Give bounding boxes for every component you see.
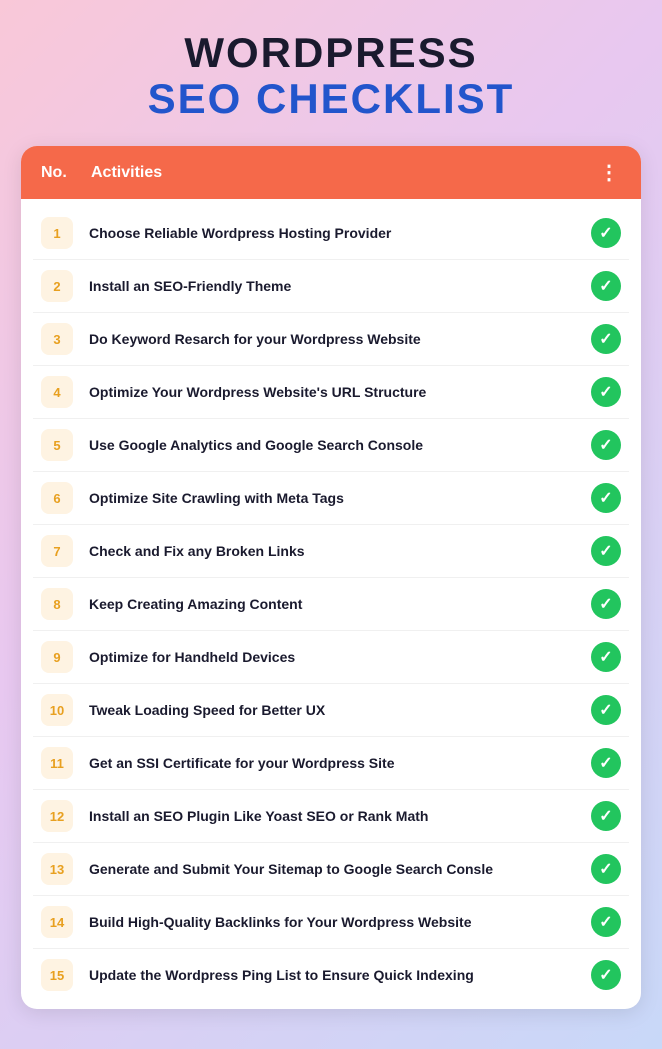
check-icon[interactable]: [591, 324, 621, 354]
row-number: 7: [41, 535, 73, 567]
check-icon[interactable]: [591, 430, 621, 460]
row-number: 12: [41, 800, 73, 832]
row-number: 9: [41, 641, 73, 673]
checklist-row[interactable]: 2 Install an SEO-Friendly Theme: [33, 260, 629, 313]
check-icon[interactable]: [591, 271, 621, 301]
row-number: 2: [41, 270, 73, 302]
checklist-row[interactable]: 4 Optimize Your Wordpress Website's URL S…: [33, 366, 629, 419]
check-icon[interactable]: [591, 907, 621, 937]
checklist-row[interactable]: 11 Get an SSI Certificate for your Wordpr…: [33, 737, 629, 790]
checklist-card: No. Activities ⋮ 1 Choose Reliable Wordpr…: [21, 146, 641, 1009]
header-no: No.: [41, 164, 91, 182]
checklist-row[interactable]: 8 Keep Creating Amazing Content: [33, 578, 629, 631]
row-text: Install an SEO-Friendly Theme: [89, 277, 581, 295]
check-icon[interactable]: [591, 642, 621, 672]
row-number: 10: [41, 694, 73, 726]
row-text: Optimize for Handheld Devices: [89, 648, 581, 666]
check-icon[interactable]: [591, 801, 621, 831]
row-text: Tweak Loading Speed for Better UX: [89, 701, 581, 719]
row-text: Install an SEO Plugin Like Yoast SEO or …: [89, 807, 581, 825]
row-number: 13: [41, 853, 73, 885]
row-number: 15: [41, 959, 73, 991]
checklist-rows: 1 Choose Reliable Wordpress Hosting Provi…: [21, 199, 641, 1009]
row-number: 8: [41, 588, 73, 620]
row-text: Optimize Your Wordpress Website's URL St…: [89, 383, 581, 401]
check-icon[interactable]: [591, 218, 621, 248]
row-number: 4: [41, 376, 73, 408]
row-text: Keep Creating Amazing Content: [89, 595, 581, 613]
check-icon[interactable]: [591, 854, 621, 884]
title-section: WORDPRESS SEO CHECKLIST: [148, 30, 515, 122]
row-text: Choose Reliable Wordpress Hosting Provid…: [89, 224, 581, 242]
checklist-row[interactable]: 12 Install an SEO Plugin Like Yoast SEO o…: [33, 790, 629, 843]
checklist-row[interactable]: 1 Choose Reliable Wordpress Hosting Provi…: [33, 207, 629, 260]
header-dots[interactable]: ⋮: [599, 160, 621, 185]
row-number: 11: [41, 747, 73, 779]
checklist-row[interactable]: 13 Generate and Submit Your Sitemap to Go…: [33, 843, 629, 896]
check-icon[interactable]: [591, 960, 621, 990]
checklist-row[interactable]: 9 Optimize for Handheld Devices: [33, 631, 629, 684]
header-activities: Activities: [91, 164, 599, 182]
title-seo: SEO CHECKLIST: [148, 76, 515, 122]
row-text: Use Google Analytics and Google Search C…: [89, 436, 581, 454]
table-header: No. Activities ⋮: [21, 146, 641, 199]
checklist-row[interactable]: 7 Check and Fix any Broken Links: [33, 525, 629, 578]
row-number: 3: [41, 323, 73, 355]
row-text: Optimize Site Crawling with Meta Tags: [89, 489, 581, 507]
row-text: Build High-Quality Backlinks for Your Wo…: [89, 913, 581, 931]
check-icon[interactable]: [591, 536, 621, 566]
main-container: WORDPRESS SEO CHECKLIST No. Activities ⋮…: [21, 30, 641, 1009]
checklist-row[interactable]: 5 Use Google Analytics and Google Search …: [33, 419, 629, 472]
row-text: Get an SSI Certificate for your Wordpres…: [89, 754, 581, 772]
row-number: 6: [41, 482, 73, 514]
row-text: Do Keyword Resarch for your Wordpress We…: [89, 330, 581, 348]
row-text: Update the Wordpress Ping List to Ensure…: [89, 966, 581, 984]
check-icon[interactable]: [591, 589, 621, 619]
check-icon[interactable]: [591, 695, 621, 725]
check-icon[interactable]: [591, 483, 621, 513]
check-icon[interactable]: [591, 377, 621, 407]
title-wordpress: WORDPRESS: [148, 30, 515, 76]
checklist-row[interactable]: 6 Optimize Site Crawling with Meta Tags: [33, 472, 629, 525]
checklist-row[interactable]: 3 Do Keyword Resarch for your Wordpress W…: [33, 313, 629, 366]
row-number: 5: [41, 429, 73, 461]
checklist-row[interactable]: 15 Update the Wordpress Ping List to Ensu…: [33, 949, 629, 1001]
row-number: 14: [41, 906, 73, 938]
row-text: Generate and Submit Your Sitemap to Goog…: [89, 860, 581, 878]
check-icon[interactable]: [591, 748, 621, 778]
checklist-row[interactable]: 10 Tweak Loading Speed for Better UX: [33, 684, 629, 737]
row-number: 1: [41, 217, 73, 249]
checklist-row[interactable]: 14 Build High-Quality Backlinks for Your …: [33, 896, 629, 949]
row-text: Check and Fix any Broken Links: [89, 542, 581, 560]
